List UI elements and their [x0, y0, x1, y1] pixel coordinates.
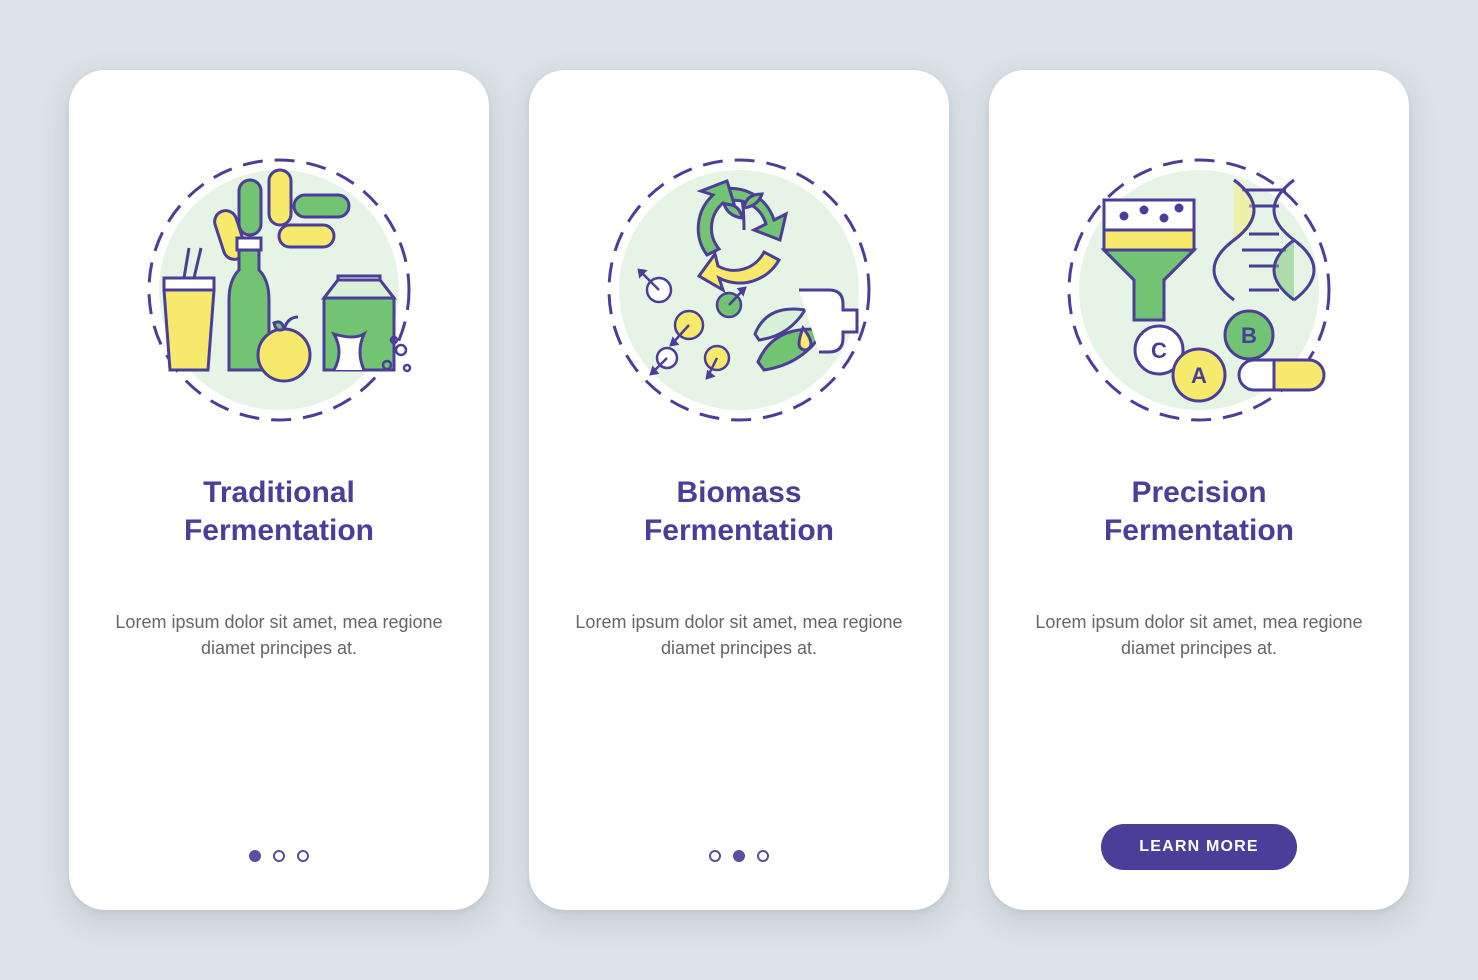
page-dot-3[interactable]	[297, 850, 309, 862]
onboarding-screen-2: Biomass Fermentation Lorem ipsum dolor s…	[529, 70, 949, 910]
learn-more-button[interactable]: LEARN MORE	[1101, 824, 1297, 870]
biomass-fermentation-icon	[589, 140, 889, 440]
page-dot-2[interactable]	[733, 850, 745, 862]
screen-title: Biomass Fermentation	[644, 474, 834, 549]
onboarding-screen-3: C A B Precision Fermentation Lorem ipsum…	[989, 70, 1409, 910]
screen-body: Lorem ipsum dolor sit amet, mea regione …	[574, 609, 904, 661]
screen-body: Lorem ipsum dolor sit amet, mea regione …	[1034, 609, 1364, 661]
precision-fermentation-icon: C A B	[1049, 140, 1349, 440]
screen-title: Precision Fermentation	[1104, 474, 1294, 549]
page-dot-3[interactable]	[757, 850, 769, 862]
onboarding-screens: Traditional Fermentation Lorem ipsum dol…	[69, 70, 1409, 910]
page-dot-1[interactable]	[709, 850, 721, 862]
page-dot-1[interactable]	[249, 850, 261, 862]
onboarding-screen-1: Traditional Fermentation Lorem ipsum dol…	[69, 70, 489, 910]
pagination-dots	[249, 850, 309, 862]
page-dot-2[interactable]	[273, 850, 285, 862]
svg-text:C: C	[1151, 338, 1167, 363]
svg-text:A: A	[1191, 363, 1207, 388]
pagination-dots	[709, 850, 769, 862]
screen-body: Lorem ipsum dolor sit amet, mea regione …	[114, 609, 444, 661]
traditional-fermentation-icon	[129, 140, 429, 440]
screen-title: Traditional Fermentation	[184, 474, 374, 549]
svg-text:B: B	[1241, 323, 1257, 348]
